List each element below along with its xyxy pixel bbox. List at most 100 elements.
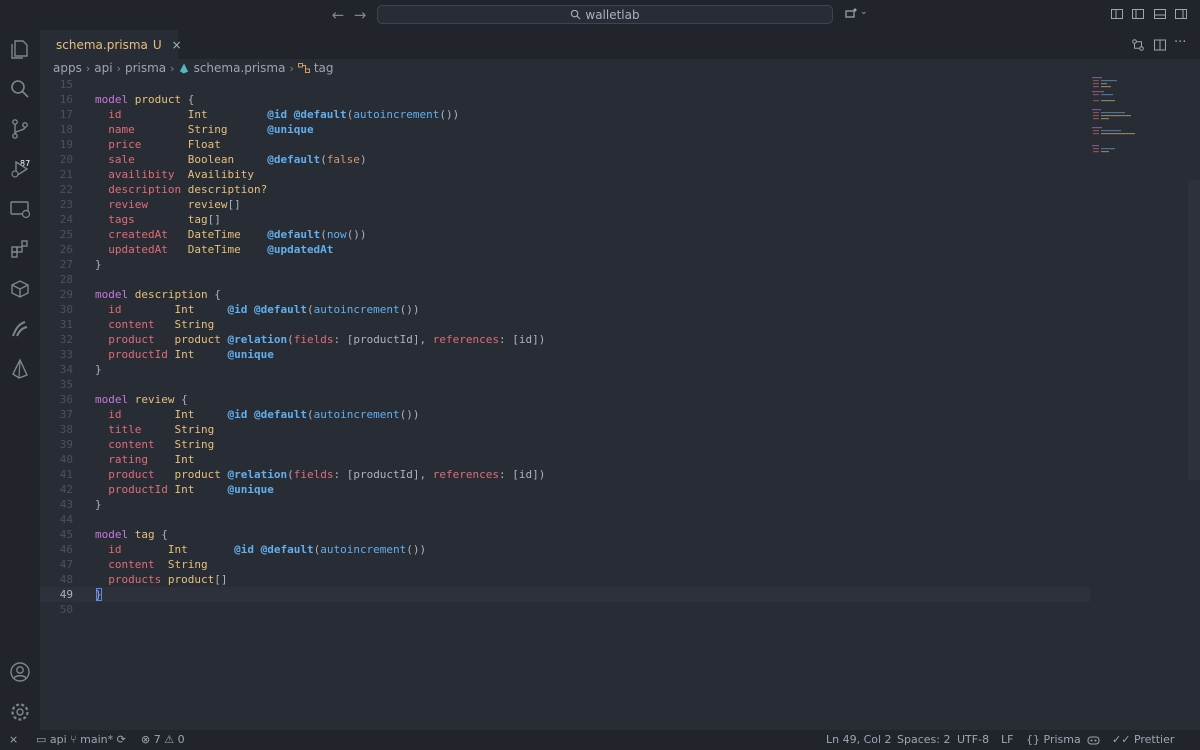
code-line[interactable]: 33 productId Int @unique	[40, 347, 1090, 362]
line-number: 16	[59, 93, 73, 106]
run-debug-icon[interactable]	[8, 157, 32, 181]
code-line[interactable]: 29 model description {	[40, 287, 1090, 302]
code-line[interactable]: 18 name String @unique	[40, 122, 1090, 137]
code-line[interactable]: 43}	[40, 497, 1090, 512]
code-line[interactable]: 47 content String	[40, 557, 1090, 572]
vertical-scrollbar[interactable]	[1188, 180, 1200, 480]
customize-layout-icon[interactable]	[1110, 7, 1124, 21]
extensions-icon[interactable]	[8, 237, 32, 261]
docker-box-icon[interactable]	[8, 277, 32, 301]
language-label: Prisma	[1043, 733, 1081, 746]
split-editor-icon[interactable]	[1153, 38, 1167, 52]
prisma-icon[interactable]	[8, 357, 32, 381]
open-changes-icon[interactable]	[1131, 38, 1145, 52]
code-token: now	[326, 228, 347, 241]
code-line[interactable]: 23 review review[]	[40, 197, 1090, 212]
breadcrumb-item[interactable]: api	[94, 61, 112, 75]
code-line[interactable]: 25 createdAt DateTime @default(now())	[40, 227, 1090, 242]
chevron-down-icon[interactable]: ⌄	[860, 7, 868, 17]
branch-item[interactable]: ⑂ main* ⟳	[70, 733, 126, 746]
code-line[interactable]: 50	[40, 602, 1090, 617]
code-line[interactable]: 48 products product[]	[40, 572, 1090, 587]
end-of-line[interactable]: LF	[1001, 733, 1013, 746]
account-icon[interactable]	[8, 660, 32, 684]
status-bar: ⨯ ▭ api ⑂ main* ⟳ ⊗ 7 ⚠ 0 Ln 49, Col 2 S…	[0, 730, 1200, 750]
line-number: 23	[59, 198, 73, 211]
code-line[interactable]: 38 title String	[40, 422, 1090, 437]
code-token: content	[95, 558, 168, 571]
encoding[interactable]: UTF-8	[957, 733, 989, 746]
line-text: productId Int @unique	[95, 347, 274, 362]
code-line[interactable]: 40 rating Int	[40, 452, 1090, 467]
code-line[interactable]: 21 availibity Availibity	[40, 167, 1090, 182]
code-line[interactable]: 26 updatedAt DateTime @updatedAt	[40, 242, 1090, 257]
more-actions-icon[interactable]: ···	[1174, 35, 1186, 50]
code-token: @updatedAt	[267, 243, 334, 256]
code-token: description?	[187, 183, 268, 196]
source-control-icon[interactable]	[8, 117, 32, 141]
code-line[interactable]: 34}	[40, 362, 1090, 377]
code-line[interactable]: 46 id Int @id @default(autoincrement())	[40, 542, 1090, 557]
code-line[interactable]: 24 tags tag[]	[40, 212, 1090, 227]
code-token: DateTime	[187, 243, 268, 256]
code-line[interactable]: 27}	[40, 257, 1090, 272]
code-line[interactable]: 32 product product @relation(fields: [pr…	[40, 332, 1090, 347]
breadcrumb-item[interactable]: prisma	[125, 61, 166, 75]
code-token: []	[207, 213, 221, 226]
cursor-position[interactable]: Ln 49, Col 2	[826, 733, 892, 746]
problems-item[interactable]: ⊗ 7 ⚠ 0	[141, 733, 185, 746]
toggle-secondary-sidebar-icon[interactable]	[1174, 7, 1188, 21]
code-line[interactable]: 41 product product @relation(fields: [pr…	[40, 467, 1090, 482]
line-number: 45	[59, 528, 73, 541]
indentation[interactable]: Spaces: 2	[897, 733, 950, 746]
command-center-search[interactable]: walletlab	[377, 5, 833, 24]
code-line[interactable]: 36 model review {	[40, 392, 1090, 407]
prettier-item[interactable]: ✓✓ Prettier	[1112, 733, 1174, 746]
prisma-file-icon	[179, 63, 188, 73]
code-token: @id @default	[234, 543, 314, 556]
code-line[interactable]: 44	[40, 512, 1090, 527]
rest-client-icon[interactable]	[8, 317, 32, 341]
code-line[interactable]: 30 id Int @id @default(autoincrement())	[40, 302, 1090, 317]
back-arrow-icon[interactable]: ←	[329, 6, 347, 24]
code-line[interactable]: 49}	[40, 587, 1090, 602]
code-line[interactable]: 19 price Float	[40, 137, 1090, 152]
settings-gear-icon[interactable]	[8, 700, 32, 724]
code-line[interactable]: 17 id Int @id @default(autoincrement())	[40, 107, 1090, 122]
code-token: : [id])	[499, 333, 546, 346]
tab-schema-prisma[interactable]: schema.prisma U ×	[40, 30, 182, 59]
code-line[interactable]: 37 id Int @id @default(autoincrement())	[40, 407, 1090, 422]
code-token: model	[95, 393, 135, 406]
line-text: tags tag[]	[95, 212, 221, 227]
copilot-icon[interactable]	[844, 7, 858, 21]
search-icon[interactable]	[8, 77, 32, 101]
code-token: title	[95, 423, 175, 436]
remote-explorer-icon[interactable]	[8, 197, 32, 221]
code-token: productId	[95, 348, 175, 361]
copilot-status-icon[interactable]	[1087, 734, 1100, 746]
toggle-panel-icon[interactable]	[1153, 7, 1167, 21]
code-line[interactable]: 28	[40, 272, 1090, 287]
code-line[interactable]: 20 sale Boolean @default(false)	[40, 152, 1090, 167]
language-mode[interactable]: {} Prisma	[1026, 733, 1081, 746]
folder-item[interactable]: ▭ api	[36, 733, 67, 746]
close-icon[interactable]: ×	[172, 38, 182, 52]
breadcrumb-item[interactable]: tag	[314, 61, 334, 75]
toggle-primary-sidebar-icon[interactable]	[1131, 7, 1145, 21]
code-token: String	[174, 423, 215, 436]
chevron-right-icon: ›	[85, 61, 91, 75]
code-line[interactable]: 16 model product {	[40, 92, 1090, 107]
code-line[interactable]: 42 productId Int @unique	[40, 482, 1090, 497]
code-line[interactable]: 31 content String	[40, 317, 1090, 332]
code-line[interactable]: 39 content String	[40, 437, 1090, 452]
explorer-icon[interactable]	[8, 37, 32, 61]
minimap[interactable]	[1090, 75, 1150, 165]
code-line[interactable]: 35	[40, 377, 1090, 392]
breadcrumb-item[interactable]: schema.prisma	[194, 61, 286, 75]
code-line[interactable]: 15	[40, 77, 1090, 92]
code-line[interactable]: 22 description description?	[40, 182, 1090, 197]
code-line[interactable]: 45 model tag {	[40, 527, 1090, 542]
forward-arrow-icon[interactable]: →	[351, 6, 369, 24]
breadcrumb-item[interactable]: apps	[53, 61, 82, 75]
remote-indicator-icon[interactable]: ⨯	[9, 733, 18, 746]
